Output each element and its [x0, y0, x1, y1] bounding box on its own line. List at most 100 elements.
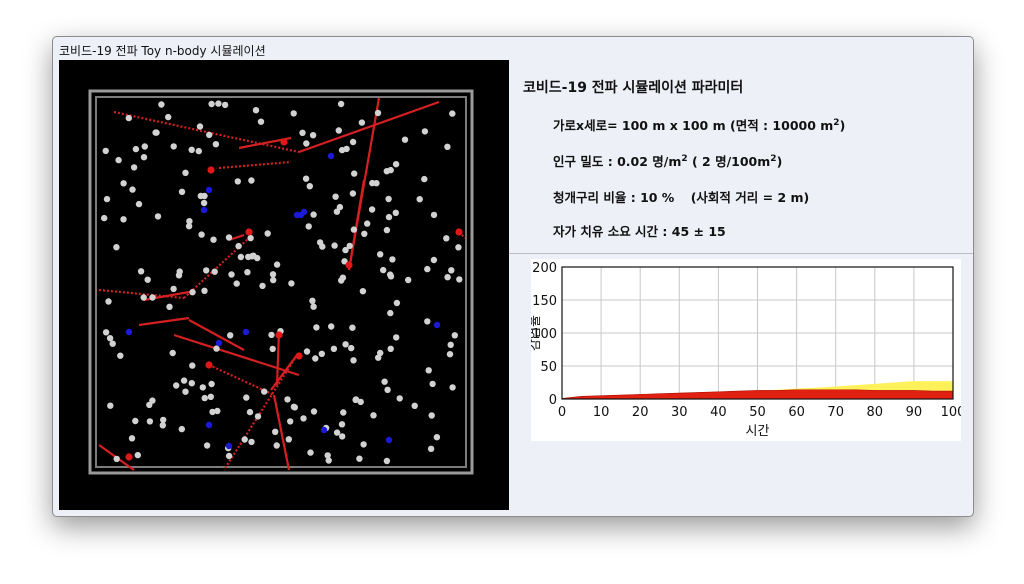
- healthy-particle: [130, 164, 138, 171]
- healthy-particle: [158, 101, 165, 108]
- healthy-particle: [107, 402, 114, 409]
- x-tick-label: 10: [593, 405, 610, 420]
- healthy-particle: [257, 118, 265, 125]
- infected-particle: [280, 138, 288, 146]
- healthy-particle: [309, 132, 317, 139]
- frog-particle: [433, 321, 441, 329]
- healthy-particle: [287, 418, 294, 425]
- density-exponent: 2: [681, 153, 688, 164]
- y-tick-label: 50: [540, 360, 557, 375]
- healthy-particle: [212, 141, 220, 148]
- healthy-particle: [361, 230, 368, 237]
- healthy-particle: [213, 345, 220, 352]
- healthy-particle: [387, 345, 394, 352]
- healthy-particle: [392, 209, 399, 216]
- healthy-particle: [451, 332, 458, 339]
- infection-trail: [298, 100, 440, 154]
- healthy-particle: [338, 277, 345, 284]
- healthy-particle: [290, 110, 297, 117]
- healthy-particle: [225, 234, 233, 241]
- healthy-particle: [185, 223, 193, 230]
- healthy-particle: [208, 380, 215, 388]
- healthy-particle: [416, 196, 423, 203]
- healthy-particle: [444, 274, 451, 281]
- healthy-particle: [248, 177, 255, 184]
- healthy-particle: [433, 434, 441, 441]
- x-tick-label: 70: [827, 405, 844, 420]
- healthy-particle: [273, 442, 280, 449]
- infection-trail: [173, 333, 300, 377]
- healthy-particle: [374, 109, 382, 117]
- healthy-particle: [159, 422, 166, 429]
- healthy-particle: [427, 445, 435, 452]
- frog-particle: [300, 208, 308, 216]
- healthy-particle: [233, 280, 240, 287]
- healthy-particle: [393, 299, 401, 307]
- frog-particle: [293, 211, 301, 219]
- healthy-particle: [385, 195, 392, 203]
- healthy-particle: [182, 169, 189, 176]
- healthy-particle: [178, 425, 185, 433]
- healthy-particle: [259, 282, 266, 290]
- healthy-particle: [335, 127, 342, 134]
- frog-particle: [225, 442, 233, 450]
- healthy-particle: [250, 252, 257, 259]
- healthy-particle: [305, 223, 312, 230]
- healthy-particle: [247, 234, 254, 242]
- healthy-particle: [117, 352, 124, 359]
- healthy-particle: [199, 384, 206, 391]
- healthy-particle: [331, 242, 338, 249]
- healthy-particle: [342, 341, 349, 348]
- healthy-particle: [349, 138, 357, 146]
- healthy-particle: [447, 341, 454, 348]
- healthy-particle: [312, 355, 319, 362]
- infected-particle: [295, 352, 303, 360]
- frog-particle: [242, 328, 250, 336]
- healthy-particle: [109, 340, 116, 347]
- healthy-particle: [254, 413, 262, 420]
- infection-chart: 0501001502000102030405060708090100시간감염율: [531, 259, 961, 441]
- healthy-particle: [178, 188, 186, 195]
- size-row: 가로x세로= 100 m x 100 m (면적 : 10000 m2): [553, 115, 845, 134]
- infected-particle: [245, 228, 253, 236]
- particles: [101, 100, 463, 465]
- healthy-particle: [313, 324, 320, 331]
- healthy-particle: [140, 154, 148, 161]
- infected-particle: [205, 361, 213, 369]
- healthy-particle: [268, 331, 275, 339]
- simulation-canvas[interactable]: [59, 60, 509, 510]
- healthy-particle: [310, 211, 317, 218]
- infected-particle: [207, 166, 215, 174]
- x-tick-label: 50: [749, 405, 766, 420]
- healthy-particle: [195, 147, 202, 155]
- healthy-particle: [264, 230, 271, 237]
- x-tick-label: 0: [558, 405, 566, 420]
- healthy-particle: [392, 161, 400, 168]
- healthy-particle: [443, 235, 450, 242]
- healthy-particle: [342, 246, 349, 254]
- simulation-view: [88, 89, 474, 475]
- y-tick-label: 150: [532, 294, 557, 309]
- healthy-particle: [444, 143, 451, 150]
- healthy-particle: [299, 129, 306, 136]
- healthy-particle: [272, 428, 279, 435]
- healthy-particle: [387, 166, 394, 174]
- distance-text: (사회적 거리 = 2 m): [690, 190, 810, 205]
- healthy-particle: [103, 195, 111, 203]
- healthy-particle: [324, 452, 331, 459]
- heal-label: 자가 치유 소요 시간 :: [553, 224, 668, 239]
- density-label: 인구 밀도 :: [553, 154, 613, 169]
- healthy-particle: [141, 143, 148, 150]
- healthy-particle: [188, 380, 195, 387]
- healthy-particle: [210, 236, 217, 243]
- healthy-particle: [446, 351, 454, 358]
- infected-particle: [125, 453, 133, 461]
- density-alt: ( 2 명/100m: [691, 154, 771, 169]
- healthy-particle: [105, 298, 112, 305]
- y-tick-label: 200: [532, 261, 557, 276]
- healthy-particle: [405, 276, 412, 284]
- healthy-particle: [144, 276, 151, 283]
- frog-value: 10 %: [640, 190, 675, 205]
- healthy-particle: [106, 335, 114, 342]
- healthy-particle: [340, 409, 347, 416]
